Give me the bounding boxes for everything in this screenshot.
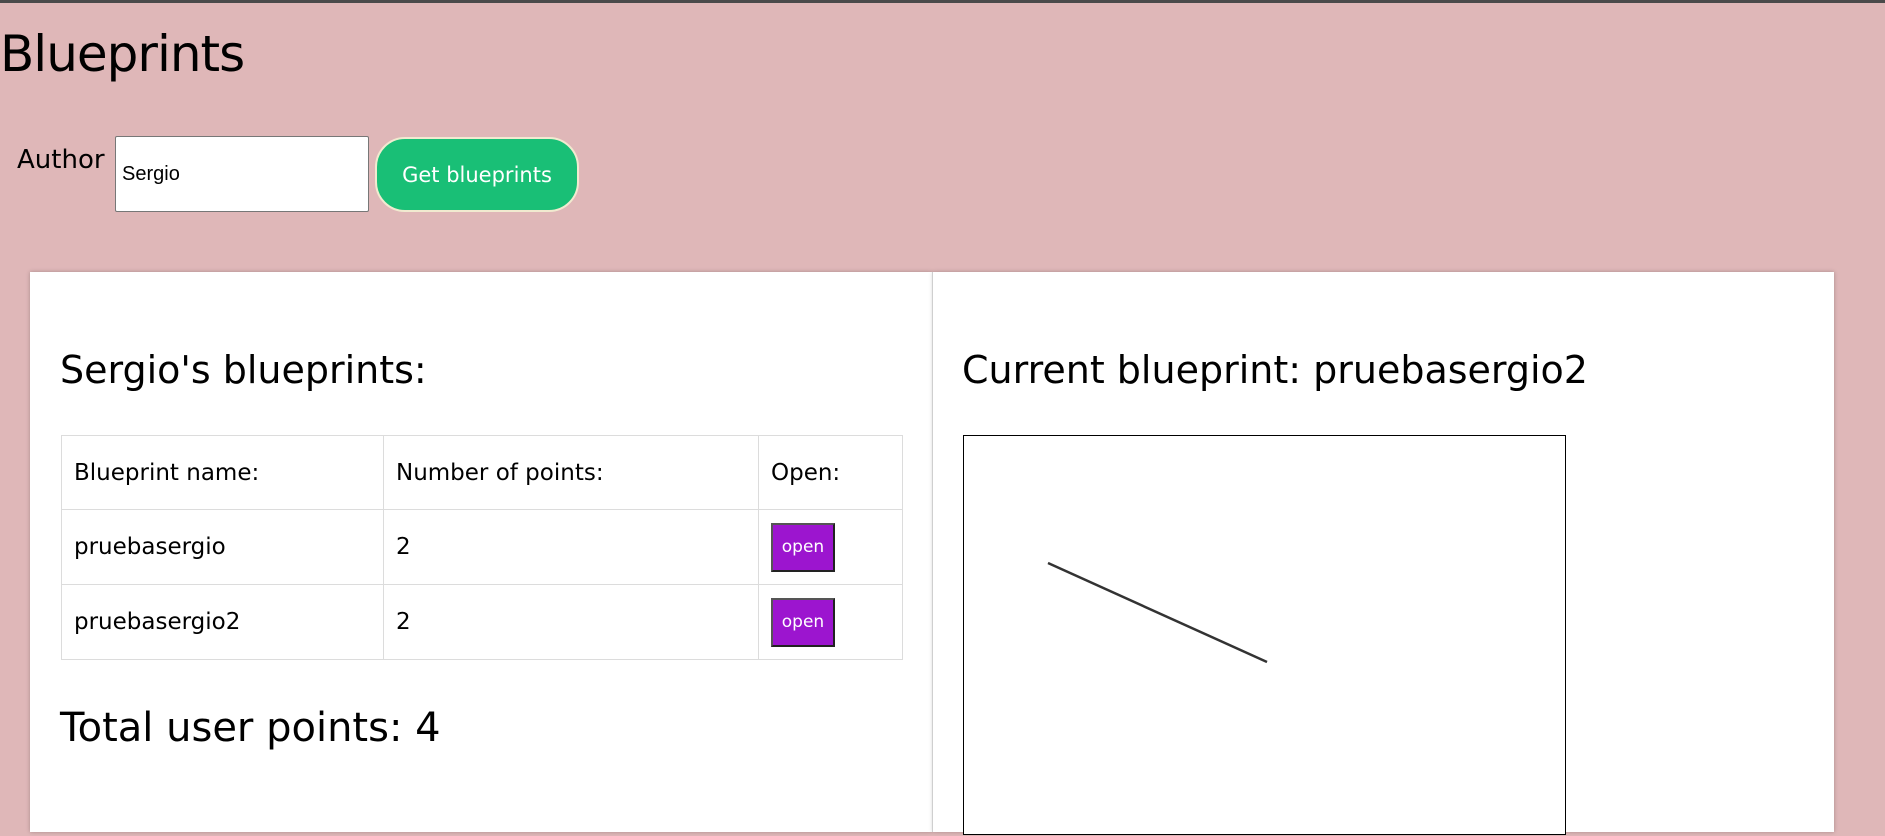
blueprints-table: Blueprint name: Number of points: Open: … [61, 435, 903, 660]
author-input[interactable] [115, 136, 369, 212]
blueprint-name-cell: pruebasergio2 [61, 584, 384, 660]
blueprint-canvas[interactable] [963, 435, 1566, 835]
author-label: Author [17, 145, 105, 175]
page-title: Blueprints [0, 25, 245, 83]
blueprint-open-cell: open [758, 584, 903, 660]
window-top-border [0, 0, 1885, 3]
total-user-points: Total user points: 4 [60, 705, 441, 751]
table-header-row: Blueprint name: Number of points: Open: [61, 435, 903, 510]
blueprint-drawing [1047, 561, 1268, 664]
column-header-name: Blueprint name: [61, 435, 384, 510]
table-row: pruebasergio2 2 open [61, 584, 903, 660]
open-button[interactable]: open [771, 597, 835, 647]
blueprint-open-cell: open [758, 509, 903, 585]
blueprint-segment [1047, 561, 1268, 664]
blueprints-list-heading: Sergio's blueprints: [60, 348, 427, 392]
column-header-open: Open: [758, 435, 903, 510]
get-blueprints-button[interactable]: Get blueprints [375, 137, 579, 212]
table-row: pruebasergio 2 open [61, 509, 903, 585]
open-button[interactable]: open [771, 522, 835, 572]
blueprint-name-cell: pruebasergio [61, 509, 384, 585]
panel-divider [932, 272, 933, 832]
blueprint-points-cell: 2 [383, 584, 759, 660]
blueprint-points-cell: 2 [383, 509, 759, 585]
column-header-points: Number of points: [383, 435, 759, 510]
current-blueprint-heading: Current blueprint: pruebasergio2 [962, 348, 1588, 392]
